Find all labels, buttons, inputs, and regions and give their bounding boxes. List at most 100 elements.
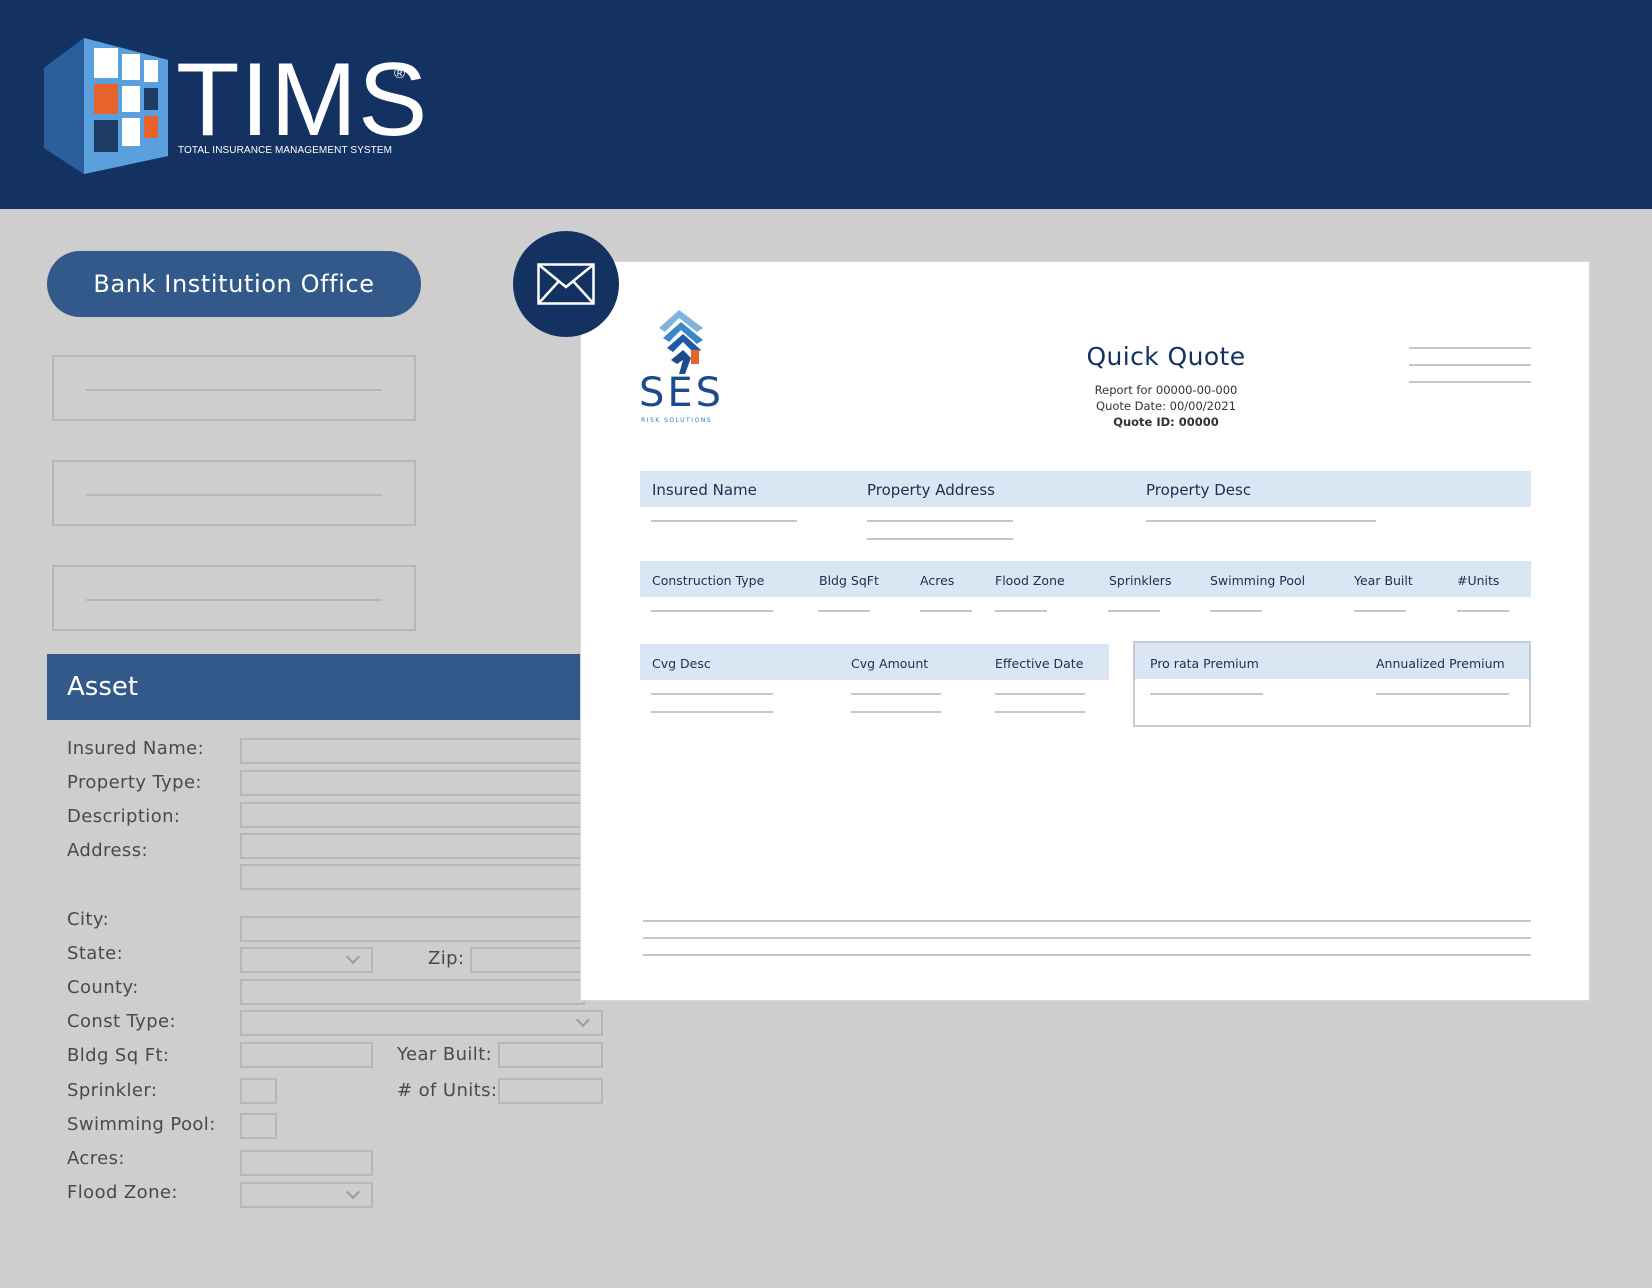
year-built-input[interactable] [498,1042,603,1068]
col-pro-rata-premium: Pro rata Premium [1150,656,1259,671]
value-placeholder-line [920,610,972,612]
value-placeholder-line [867,538,1013,540]
city-label: City: [67,909,110,930]
bldg-sq-ft-label: Bldg Sq Ft: [67,1045,170,1066]
value-placeholder-line [1210,610,1262,612]
flood-zone-select[interactable] [240,1182,373,1208]
header-placeholder-line [1409,347,1531,349]
footer-placeholder-line [643,937,1531,939]
ses-logo-icon [659,310,703,374]
envelope-icon [537,263,595,305]
app-header: TIMS ® TOTAL INSURANCE MANAGEMENT SYSTEM [0,0,1652,209]
tims-logo-icon [44,38,168,174]
placeholder-field-2[interactable] [52,460,416,526]
header-placeholder-line [1409,364,1531,366]
footer-placeholder-line [643,920,1531,922]
property-type-select[interactable] [240,770,585,796]
county-select[interactable] [240,979,585,1005]
description-select[interactable] [240,802,585,828]
value-placeholder-line [1376,693,1509,695]
col-property-address: Property Address [867,481,995,499]
col-insured-name: Insured Name [652,481,757,499]
asset-section-header: Asset [47,654,580,720]
placeholder-field-3[interactable] [52,565,416,631]
col-cvg-amount: Cvg Amount [851,656,929,671]
units-input[interactable] [498,1078,603,1104]
state-select[interactable] [240,947,373,973]
value-placeholder-line [651,711,773,713]
chevron-down-icon [345,949,361,965]
zip-input[interactable] [470,947,585,973]
swimming-pool-label: Swimming Pool: [67,1114,216,1135]
header-placeholder-line [1409,381,1531,383]
col-flood-zone: Flood Zone [995,573,1065,588]
const-type-select[interactable] [240,1010,603,1036]
quote-date-text: Quote Date: 00/00/2021 [1096,399,1236,413]
state-label: State: [67,943,124,964]
col-construction-type: Construction Type [652,573,765,588]
quote-title: Quick Quote [1086,342,1246,371]
asset-section-title: Asset [67,672,139,702]
address-label: Address: [67,840,148,861]
value-placeholder-line [867,520,1013,522]
insured-info-header-row [640,471,1531,507]
const-type-label: Const Type: [67,1011,176,1032]
col-sprinklers: Sprinklers [1109,573,1172,588]
units-label: # of Units: [397,1080,498,1101]
property-type-label: Property Type: [67,772,202,793]
value-placeholder-line [995,693,1085,695]
year-built-label: Year Built: [397,1044,493,1065]
footer-placeholder-line [643,954,1531,956]
col-annualized-premium: Annualized Premium [1376,656,1505,671]
col-acres: Acres [920,573,955,588]
sprinkler-checkbox[interactable] [240,1078,277,1104]
value-placeholder-line [995,610,1047,612]
value-placeholder-line [851,693,941,695]
value-placeholder-line [651,693,773,695]
value-placeholder-line [851,711,941,713]
insured-name-input[interactable] [240,738,585,764]
brand-tagline: TOTAL INSURANCE MANAGEMENT SYSTEM [178,145,393,156]
sprinkler-label: Sprinkler: [67,1080,158,1101]
bldg-sq-ft-input[interactable] [240,1042,373,1068]
zip-label: Zip: [428,948,465,969]
address-line1-input[interactable] [240,833,585,859]
col-effective-date: Effective Date [995,656,1084,671]
col-property-desc: Property Desc [1146,481,1252,499]
quick-quote-document: SES RISK SOLUTIONS Quick Quote Report fo… [580,261,1590,1001]
col-cvg-desc: Cvg Desc [652,656,711,671]
description-label: Description: [67,806,181,827]
brand-wordmark: TIMS [176,42,429,158]
col-bldg-sqft: Bldg SqFt [819,573,879,588]
value-placeholder-line [1108,610,1160,612]
value-placeholder-line [1146,520,1376,522]
ses-logo-text: SES [639,370,725,416]
value-placeholder-line [818,610,870,612]
swimming-pool-checkbox[interactable] [240,1113,277,1139]
address-line2-input[interactable] [240,864,585,890]
county-label: County: [67,977,139,998]
col-swimming-pool: Swimming Pool [1210,573,1306,588]
insured-name-label: Insured Name: [67,738,205,759]
city-input[interactable] [240,916,585,942]
bank-institution-office-button[interactable]: Bank Institution Office [47,251,421,317]
value-placeholder-line [1354,610,1406,612]
col-units: #Units [1457,573,1500,588]
value-placeholder-line [1150,693,1263,695]
report-for-text: Report for 00000-00-000 [1094,383,1238,397]
flood-zone-label: Flood Zone: [67,1182,178,1203]
value-placeholder-line [1457,610,1509,612]
value-placeholder-line [651,520,797,522]
premium-box: Pro rata Premium Annualized Premium [1133,641,1531,727]
email-quote-button[interactable] [513,231,619,337]
chevron-down-icon [345,1184,361,1200]
quote-id-text: Quote ID: 00000 [1113,415,1219,429]
chevron-down-icon [575,1012,591,1028]
col-year-built: Year Built [1354,573,1413,588]
acres-label: Acres: [67,1148,125,1169]
registered-mark: ® [394,65,406,82]
value-placeholder-line [995,711,1085,713]
acres-input[interactable] [240,1150,373,1176]
ses-logo-subtext: RISK SOLUTIONS [641,417,713,424]
placeholder-field-1[interactable] [52,355,416,421]
